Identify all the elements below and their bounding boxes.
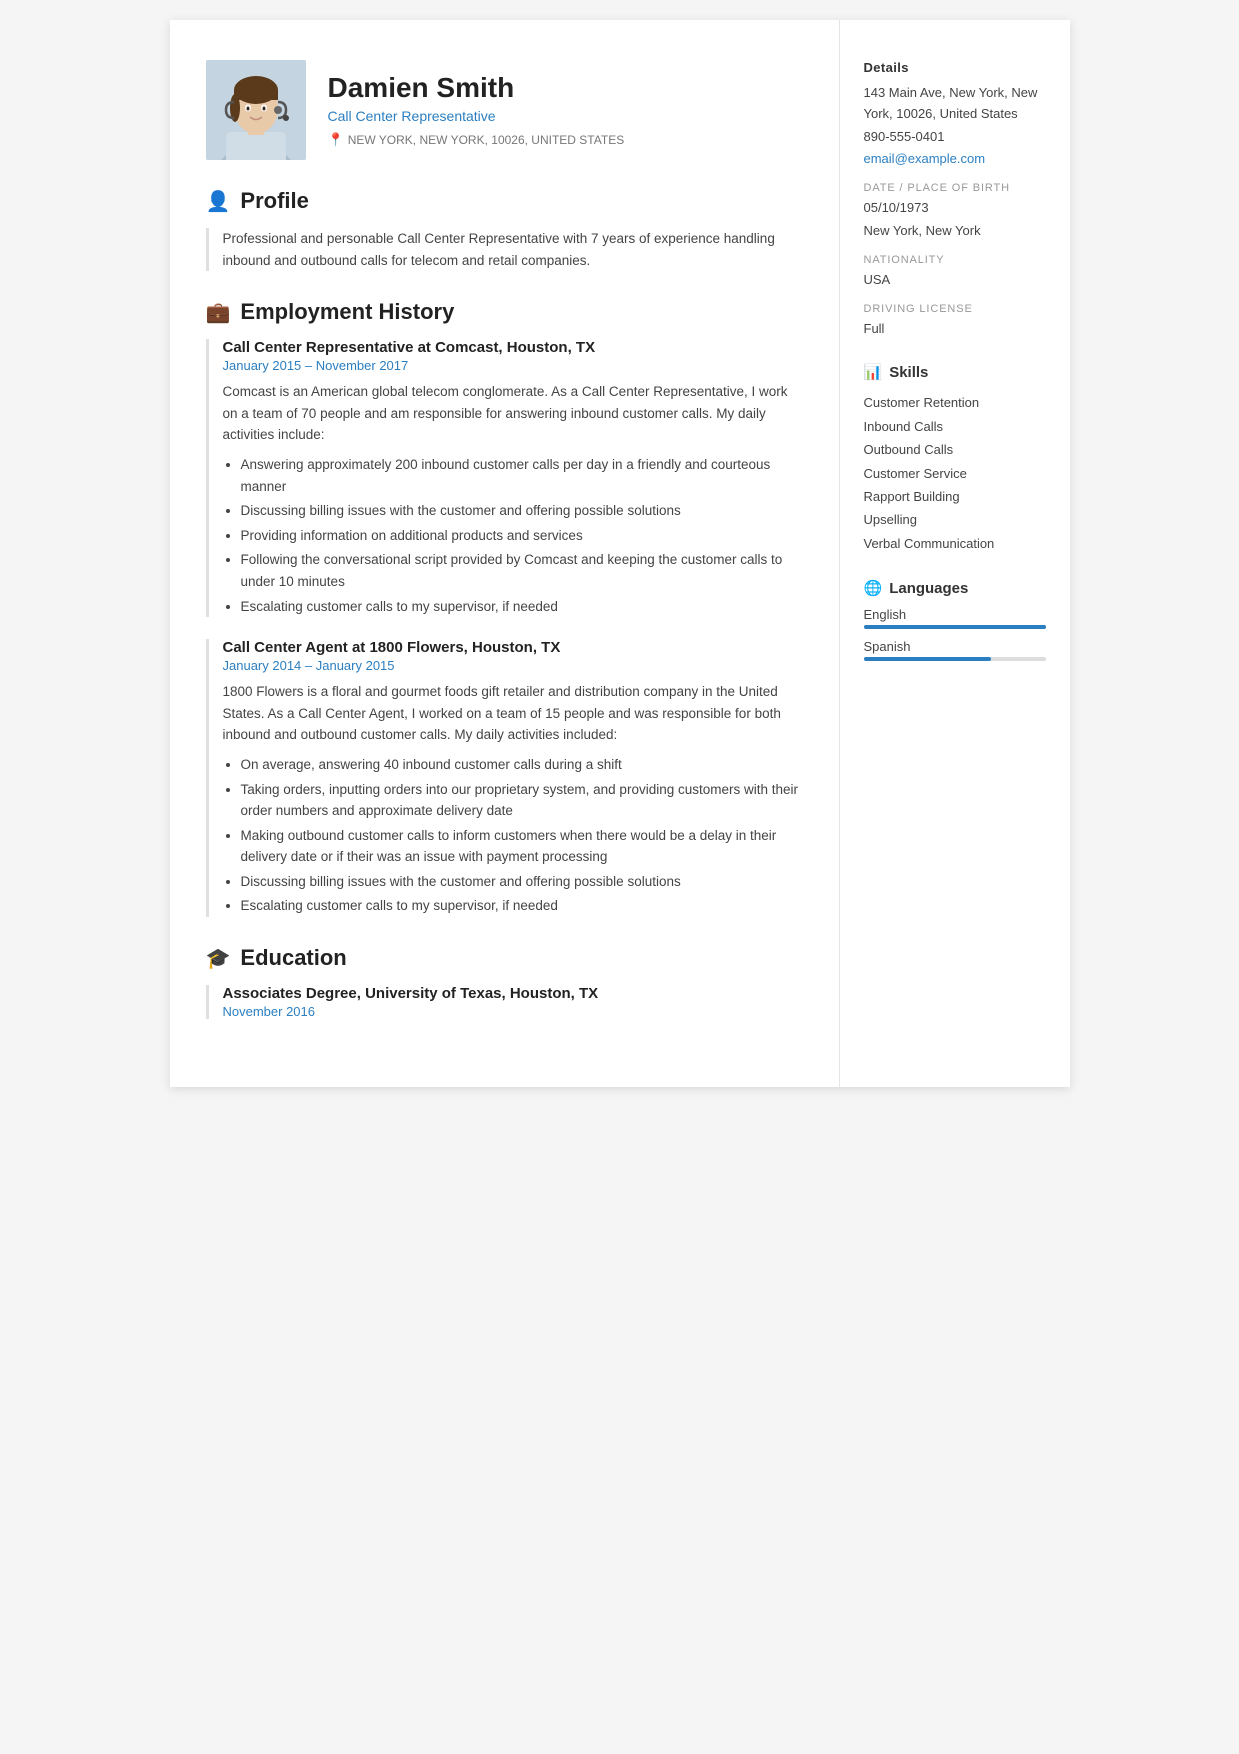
avatar <box>206 60 306 160</box>
skills-section: 📊 Skills Customer Retention Inbound Call… <box>864 363 1046 555</box>
languages-title: 🌐 Languages <box>864 579 1046 597</box>
education-section-title: 🎓 Education <box>206 945 803 971</box>
bullet-item: Discussing billing issues with the custo… <box>241 871 803 893</box>
language-item-spanish: Spanish <box>864 639 1046 661</box>
skill-item: Customer Service <box>864 462 1046 485</box>
sidebar-dob: 05/10/1973 <box>864 198 1046 219</box>
language-bar-bg <box>864 625 1046 629</box>
bullet-item: Discussing billing issues with the custo… <box>241 500 803 522</box>
sidebar-birthplace: New York, New York <box>864 221 1046 242</box>
job-desc-2: 1800 Flowers is a floral and gourmet foo… <box>223 681 803 746</box>
employment-icon: 💼 <box>206 300 231 325</box>
bullet-item: Escalating customer calls to my supervis… <box>241 895 803 917</box>
job-dates-1: January 2015 – November 2017 <box>223 358 803 373</box>
job-entry-2: Call Center Agent at 1800 Flowers, Houst… <box>206 639 803 917</box>
language-bar-bg <box>864 657 1046 661</box>
profile-section: 👤 Profile Professional and personable Ca… <box>206 188 803 271</box>
languages-icon: 🌐 <box>864 579 883 597</box>
location-icon: 📍 <box>328 132 344 148</box>
details-title: Details <box>864 60 1046 75</box>
sidebar-email: email@example.com <box>864 149 1046 170</box>
edu-date: November 2016 <box>223 1004 803 1019</box>
bullet-item: Taking orders, inputting orders into our… <box>241 779 803 822</box>
bullet-item: Making outbound customer calls to inform… <box>241 825 803 868</box>
profile-text: Professional and personable Call Center … <box>206 228 803 271</box>
language-bar-fill <box>864 625 1046 629</box>
driving-label: DRIVING LICENSE <box>864 303 1046 315</box>
main-column: Damien Smith Call Center Representative … <box>170 20 840 1087</box>
email-link[interactable]: email@example.com <box>864 151 986 166</box>
sidebar-address: 143 Main Ave, New York, New York, 10026,… <box>864 83 1046 125</box>
bullet-item: Escalating customer calls to my supervis… <box>241 596 803 618</box>
job-dates-2: January 2014 – January 2015 <box>223 658 803 673</box>
profile-section-title: 👤 Profile <box>206 188 803 214</box>
language-name: English <box>864 607 1046 622</box>
job-desc-1: Comcast is an American global telecom co… <box>223 381 803 446</box>
dob-label: DATE / PLACE OF BIRTH <box>864 182 1046 194</box>
bullet-item: Providing information on additional prod… <box>241 525 803 547</box>
education-icon: 🎓 <box>206 946 231 971</box>
skill-item: Rapport Building <box>864 485 1046 508</box>
language-name: Spanish <box>864 639 1046 654</box>
language-item-english: English <box>864 607 1046 629</box>
edu-entry-1: Associates Degree, University of Texas, … <box>206 985 803 1019</box>
sidebar-driving: Full <box>864 319 1046 340</box>
profile-icon: 👤 <box>206 189 231 214</box>
job-bullets-1: Answering approximately 200 inbound cust… <box>223 454 803 617</box>
skills-title: 📊 Skills <box>864 363 1046 381</box>
header-info: Damien Smith Call Center Representative … <box>328 72 625 148</box>
candidate-location: 📍 NEW YORK, NEW YORK, 10026, UNITED STAT… <box>328 132 625 148</box>
skill-item: Upselling <box>864 508 1046 531</box>
resume-header: Damien Smith Call Center Representative … <box>206 60 803 160</box>
resume-page: Damien Smith Call Center Representative … <box>170 20 1070 1087</box>
sidebar-nationality: USA <box>864 270 1046 291</box>
candidate-name: Damien Smith <box>328 72 625 104</box>
skill-item: Inbound Calls <box>864 415 1046 438</box>
skill-item: Customer Retention <box>864 391 1046 414</box>
details-section: Details 143 Main Ave, New York, New York… <box>864 60 1046 339</box>
job-title-2: Call Center Agent at 1800 Flowers, Houst… <box>223 639 803 656</box>
employment-section: 💼 Employment History Call Center Represe… <box>206 299 803 917</box>
bullet-item: On average, answering 40 inbound custome… <box>241 754 803 776</box>
job-entry-1: Call Center Representative at Comcast, H… <box>206 339 803 617</box>
education-section: 🎓 Education Associates Degree, Universit… <box>206 945 803 1019</box>
employment-section-title: 💼 Employment History <box>206 299 803 325</box>
edu-degree: Associates Degree, University of Texas, … <box>223 985 803 1002</box>
bullet-item: Following the conversational script prov… <box>241 549 803 592</box>
candidate-title: Call Center Representative <box>328 108 625 124</box>
nationality-label: NATIONALITY <box>864 254 1046 266</box>
sidebar-phone: 890-555-0401 <box>864 127 1046 148</box>
job-title-1: Call Center Representative at Comcast, H… <box>223 339 803 356</box>
bullet-item: Answering approximately 200 inbound cust… <box>241 454 803 497</box>
job-bullets-2: On average, answering 40 inbound custome… <box>223 754 803 917</box>
skill-item: Outbound Calls <box>864 438 1046 461</box>
skills-icon: 📊 <box>864 363 883 381</box>
skill-item: Verbal Communication <box>864 532 1046 555</box>
language-bar-fill <box>864 657 991 661</box>
languages-section: 🌐 Languages English Spanish <box>864 579 1046 661</box>
sidebar: Details 143 Main Ave, New York, New York… <box>840 20 1070 1087</box>
